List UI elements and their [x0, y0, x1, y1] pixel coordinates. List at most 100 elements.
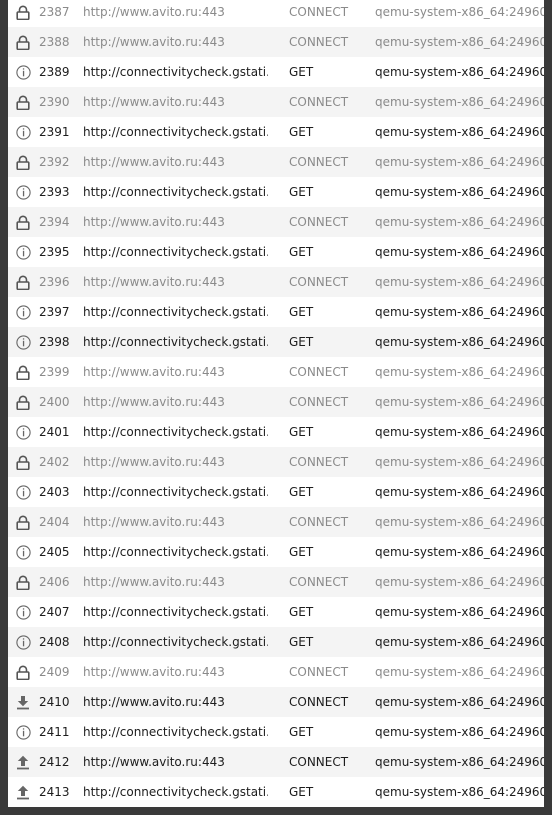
session-list[interactable]: 2387 http://www.avito.ru:443 CONNECT qemu-s…: [8, 0, 544, 807]
session-row[interactable]: 2396 http://www.avito.ru:443 CONNECT qemu-s…: [8, 267, 544, 297]
session-id: 2393: [39, 185, 70, 199]
session-method: GET: [289, 785, 314, 799]
session-url: http://www.avito.ru:443: [83, 695, 225, 709]
session-client: qemu-system-x86_64:24960: [375, 605, 544, 619]
session-client: qemu-system-x86_64:24960: [375, 35, 544, 49]
session-row[interactable]: 2397 http://connectivitycheck.gstati... GE…: [8, 297, 544, 327]
session-id: 2395: [39, 245, 70, 259]
session-url: http://connectivitycheck.gstati...: [83, 425, 268, 439]
session-client: qemu-system-x86_64:24960: [375, 485, 544, 499]
session-url: http://connectivitycheck.gstati...: [83, 785, 268, 799]
session-method: GET: [289, 245, 314, 259]
session-row[interactable]: 2391 http://connectivitycheck.gstati... GE…: [8, 117, 544, 147]
session-url: http://connectivitycheck.gstati...: [83, 635, 268, 649]
session-client: qemu-system-x86_64:24960: [375, 305, 544, 319]
session-id: 2413: [39, 785, 70, 799]
lock-icon: [14, 567, 32, 597]
session-row[interactable]: 2408 http://connectivitycheck.gstati... GE…: [8, 627, 544, 657]
session-client: qemu-system-x86_64:24960: [375, 95, 544, 109]
session-url: http://www.avito.ru:443: [83, 5, 225, 19]
lock-icon: [14, 87, 32, 117]
info-icon: [14, 597, 32, 627]
session-method: GET: [289, 185, 314, 199]
lock-icon: [14, 447, 32, 477]
session-client: qemu-system-x86_64:24960: [375, 785, 544, 799]
session-method: CONNECT: [289, 695, 349, 709]
upload-icon: [14, 747, 32, 777]
session-method: GET: [289, 335, 314, 349]
session-id: 2411: [39, 725, 70, 739]
session-client: qemu-system-x86_64:24960: [375, 275, 544, 289]
session-client: qemu-system-x86_64:24960: [375, 395, 544, 409]
session-row[interactable]: 2393 http://connectivitycheck.gstati... GE…: [8, 177, 544, 207]
session-row[interactable]: 2394 http://www.avito.ru:443 CONNECT qemu-s…: [8, 207, 544, 237]
session-row[interactable]: 2404 http://www.avito.ru:443 CONNECT qemu-s…: [8, 507, 544, 537]
session-row[interactable]: 2390 http://www.avito.ru:443 CONNECT qemu-s…: [8, 87, 544, 117]
session-method: CONNECT: [289, 665, 349, 679]
session-url: http://www.avito.ru:443: [83, 155, 225, 169]
info-icon: [14, 57, 32, 87]
session-row[interactable]: 2392 http://www.avito.ru:443 CONNECT qemu-s…: [8, 147, 544, 177]
session-row[interactable]: 2388 http://www.avito.ru:443 CONNECT qemu-s…: [8, 27, 544, 57]
session-method: CONNECT: [289, 395, 349, 409]
session-row[interactable]: 2412 http://www.avito.ru:443 CONNECT qemu-s…: [8, 747, 544, 777]
session-id: 2397: [39, 305, 70, 319]
session-row[interactable]: 2410 http://www.avito.ru:443 CONNECT qemu-s…: [8, 687, 544, 717]
session-client: qemu-system-x86_64:24960: [375, 335, 544, 349]
session-id: 2404: [39, 515, 70, 529]
lock-icon: [14, 207, 32, 237]
info-icon: [14, 117, 32, 147]
session-url: http://www.avito.ru:443: [83, 95, 225, 109]
session-client: qemu-system-x86_64:24960: [375, 725, 544, 739]
session-method: CONNECT: [289, 515, 349, 529]
session-url: http://connectivitycheck.gstati...: [83, 185, 268, 199]
session-url: http://www.avito.ru:443: [83, 395, 225, 409]
session-id: 2387: [39, 5, 70, 19]
session-client: qemu-system-x86_64:24960: [375, 185, 544, 199]
info-icon: [14, 417, 32, 447]
session-id: 2403: [39, 485, 70, 499]
session-method: GET: [289, 725, 314, 739]
window-frame: 2387 http://www.avito.ru:443 CONNECT qemu-s…: [0, 0, 552, 815]
session-row[interactable]: 2399 http://www.avito.ru:443 CONNECT qemu-s…: [8, 357, 544, 387]
session-row[interactable]: 2406 http://www.avito.ru:443 CONNECT qemu-s…: [8, 567, 544, 597]
session-method: CONNECT: [289, 35, 349, 49]
session-client: qemu-system-x86_64:24960: [375, 635, 544, 649]
session-method: CONNECT: [289, 275, 349, 289]
session-url: http://www.avito.ru:443: [83, 35, 225, 49]
session-client: qemu-system-x86_64:24960: [375, 695, 544, 709]
session-row[interactable]: 2411 http://connectivitycheck.gstati... GE…: [8, 717, 544, 747]
session-method: GET: [289, 125, 314, 139]
info-icon: [14, 627, 32, 657]
session-client: qemu-system-x86_64:24960: [375, 365, 544, 379]
session-url: http://www.avito.ru:443: [83, 665, 225, 679]
session-row[interactable]: 2409 http://www.avito.ru:443 CONNECT qemu-s…: [8, 657, 544, 687]
session-id: 2401: [39, 425, 70, 439]
session-url: http://www.avito.ru:443: [83, 515, 225, 529]
session-url: http://www.avito.ru:443: [83, 575, 225, 589]
session-client: qemu-system-x86_64:24960: [375, 545, 544, 559]
session-row[interactable]: 2402 http://www.avito.ru:443 CONNECT qemu-s…: [8, 447, 544, 477]
session-row[interactable]: 2398 http://connectivitycheck.gstati... GE…: [8, 327, 544, 357]
session-row[interactable]: 2405 http://connectivitycheck.gstati... GE…: [8, 537, 544, 567]
session-method: GET: [289, 65, 314, 79]
session-id: 2391: [39, 125, 70, 139]
session-row[interactable]: 2395 http://connectivitycheck.gstati... GE…: [8, 237, 544, 267]
session-client: qemu-system-x86_64:24960: [375, 455, 544, 469]
session-row[interactable]: 2400 http://www.avito.ru:443 CONNECT qemu-s…: [8, 387, 544, 417]
session-row[interactable]: 2401 http://connectivitycheck.gstati... GE…: [8, 417, 544, 447]
session-url: http://connectivitycheck.gstati...: [83, 545, 268, 559]
session-url: http://connectivitycheck.gstati...: [83, 335, 268, 349]
session-row[interactable]: 2413 http://connectivitycheck.gstati... GE…: [8, 777, 544, 807]
lock-icon: [14, 267, 32, 297]
session-row[interactable]: 2407 http://connectivitycheck.gstati... GE…: [8, 597, 544, 627]
session-client: qemu-system-x86_64:24960: [375, 125, 544, 139]
info-icon: [14, 327, 32, 357]
session-row[interactable]: 2389 http://connectivitycheck.gstati... GE…: [8, 57, 544, 87]
session-row[interactable]: 2403 http://connectivitycheck.gstati... GE…: [8, 477, 544, 507]
session-method: GET: [289, 485, 314, 499]
lock-icon: [14, 357, 32, 387]
session-url: http://connectivitycheck.gstati...: [83, 605, 268, 619]
session-row[interactable]: 2387 http://www.avito.ru:443 CONNECT qemu-s…: [8, 0, 544, 27]
lock-icon: [14, 147, 32, 177]
